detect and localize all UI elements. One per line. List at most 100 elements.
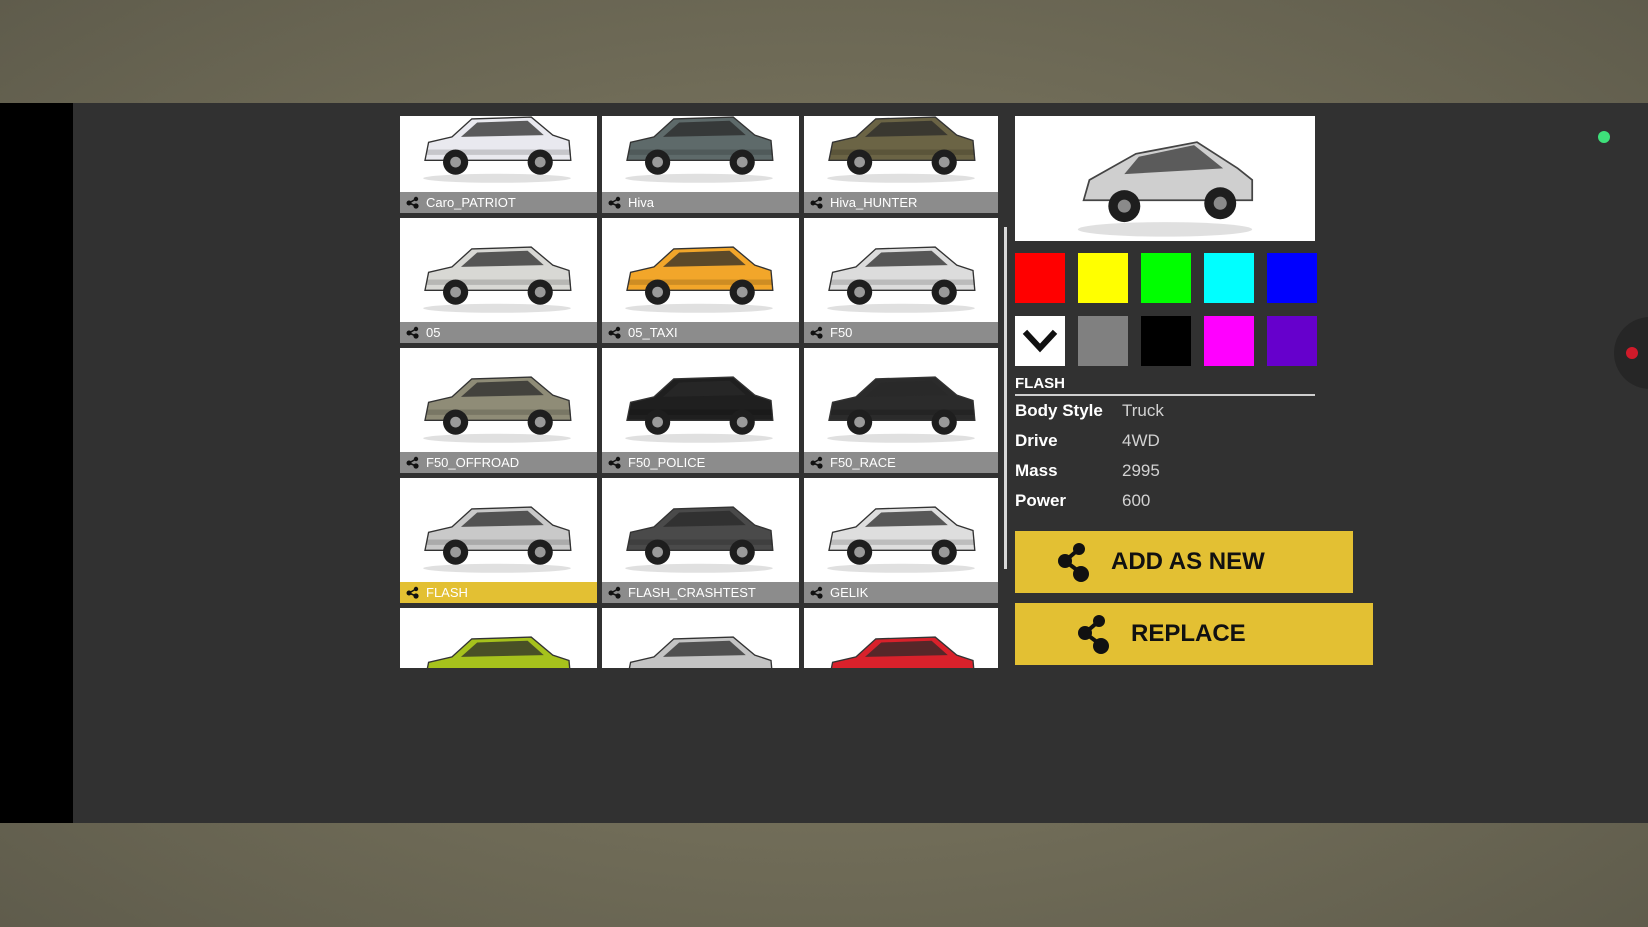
vehicle-tile[interactable]: 05 [400, 218, 597, 343]
color-swatch[interactable] [1267, 316, 1317, 366]
car-image [628, 636, 773, 668]
info-row-mass: Mass 2995 [1015, 456, 1315, 486]
vehicle-info: FLASH Body Style Truck Drive 4WD Mass 29… [1015, 375, 1315, 516]
add-as-new-label: ADD AS NEW [1111, 548, 1265, 575]
body-style-label: Body Style [1015, 401, 1103, 420]
share-icon [810, 456, 823, 469]
vehicle-grid: Caro_PATRIOT Hiva Hiva_HUNTER 05 05_TAXI F50 F… [400, 116, 998, 668]
share-icon [406, 586, 419, 599]
vehicle-tile[interactable]: GELIK [804, 478, 998, 603]
vehicle-tile-label: FLASH_CRASHTEST [602, 582, 799, 603]
vehicle-name: FLASH [1015, 375, 1315, 396]
vehicle-tile-name: 05_TAXI [628, 325, 678, 340]
vehicle-preview [1015, 116, 1315, 241]
color-swatch[interactable] [1078, 253, 1128, 303]
share-icon [608, 586, 621, 599]
color-swatch[interactable] [1267, 253, 1317, 303]
vehicle-tile-label: F50_RACE [804, 452, 998, 473]
game-screen: Caro_PATRIOT Hiva Hiva_HUNTER 05 05_TAXI F50 F… [0, 103, 1648, 823]
replace-button[interactable]: REPLACE [1015, 603, 1373, 665]
vehicle-tile[interactable]: F50_RACE [804, 348, 998, 473]
car-image [827, 246, 976, 313]
share-icon [1058, 543, 1089, 582]
preview-car-image [1077, 141, 1254, 237]
vehicle-tile-name: F50_RACE [830, 455, 896, 470]
vehicle-tile-name: F50_OFFROAD [426, 455, 520, 470]
color-swatch[interactable] [1015, 316, 1065, 366]
vehicle-tile-label: 05_TAXI [602, 322, 799, 343]
car-image [827, 506, 976, 573]
car-image [830, 636, 975, 668]
vehicle-tile[interactable]: F50 [804, 218, 998, 343]
vehicle-tile[interactable]: Caro_PATRIOT [400, 116, 597, 213]
share-icon [608, 196, 621, 209]
vehicle-tile[interactable]: 05_TAXI [602, 218, 799, 343]
color-swatch[interactable] [1141, 316, 1191, 366]
vehicle-grid-viewport[interactable]: Caro_PATRIOT Hiva Hiva_HUNTER 05 05_TAXI F50 F… [400, 116, 998, 668]
drive-label: Drive [1015, 431, 1058, 450]
car-image [423, 376, 572, 443]
add-as-new-button[interactable]: ADD AS NEW [1015, 531, 1353, 593]
vehicle-tile-name: Hiva_HUNTER [830, 195, 918, 210]
vehicle-tile-label: FLASH [400, 582, 597, 603]
vehicle-tile[interactable]: FLASH_CRASHTEST [602, 478, 799, 603]
share-icon [810, 326, 823, 339]
info-row-body-style: Body Style Truck [1015, 396, 1315, 426]
info-row-power: Power 600 [1015, 486, 1315, 516]
color-swatch[interactable] [1204, 253, 1254, 303]
vehicle-tile-label: GELIK [804, 582, 998, 603]
replace-label: REPLACE [1131, 620, 1246, 647]
share-icon [406, 456, 419, 469]
car-image [625, 116, 774, 183]
share-icon [810, 196, 823, 209]
car-image [625, 376, 774, 443]
drive-value: 4WD [1122, 431, 1160, 450]
color-swatch[interactable] [1204, 316, 1254, 366]
vehicle-tile[interactable]: FLASH [400, 478, 597, 603]
color-swatch[interactable] [1015, 253, 1065, 303]
vehicle-tile-name: GELIK [830, 585, 869, 600]
color-swatches [1015, 253, 1317, 366]
vehicle-tile[interactable]: Hiva_HUNTER [804, 116, 998, 213]
vehicle-tile[interactable] [804, 608, 998, 668]
vehicle-tile-label: F50_POLICE [602, 452, 799, 473]
status-indicator-dot [1598, 131, 1610, 143]
share-icon [608, 456, 621, 469]
car-image [625, 506, 774, 573]
vehicle-tile[interactable] [400, 608, 597, 668]
vehicle-tile-name: 05 [426, 325, 441, 340]
share-icon [1078, 615, 1109, 654]
vehicle-tile-label: F50_OFFROAD [400, 452, 597, 473]
car-image [423, 246, 572, 313]
vehicle-tile-label: Caro_PATRIOT [400, 192, 597, 213]
left-black-bar [0, 103, 73, 823]
share-icon [608, 326, 621, 339]
vehicle-tile-label: Hiva [602, 192, 799, 213]
vehicle-tile[interactable]: F50_OFFROAD [400, 348, 597, 473]
color-swatch[interactable] [1078, 316, 1128, 366]
share-icon [406, 326, 419, 339]
vehicle-tile[interactable]: F50_POLICE [602, 348, 799, 473]
vehicle-tile-name: F50 [830, 325, 853, 340]
vehicle-tile-name: Hiva [628, 195, 655, 210]
vehicle-tile-label: F50 [804, 322, 998, 343]
vehicle-tile[interactable] [602, 608, 799, 668]
color-swatch[interactable] [1141, 253, 1191, 303]
edge-menu-handle[interactable] [1614, 317, 1648, 389]
power-value: 600 [1122, 491, 1151, 510]
vehicle-tile-name: F50_POLICE [628, 455, 706, 470]
vehicle-tile-name: FLASH_CRASHTEST [628, 585, 756, 600]
info-row-drive: Drive 4WD [1015, 426, 1315, 456]
car-image [426, 636, 571, 668]
share-icon [810, 586, 823, 599]
car-image [827, 116, 976, 183]
power-label: Power [1015, 491, 1067, 510]
share-icon [406, 196, 419, 209]
vehicle-tile-label: 05 [400, 322, 597, 343]
body-style-value: Truck [1122, 401, 1164, 420]
record-dot-icon [1626, 347, 1638, 359]
car-image [827, 376, 976, 443]
mass-label: Mass [1015, 461, 1058, 480]
vehicle-grid-scrollbar[interactable] [1004, 227, 1007, 569]
vehicle-tile[interactable]: Hiva [602, 116, 799, 213]
